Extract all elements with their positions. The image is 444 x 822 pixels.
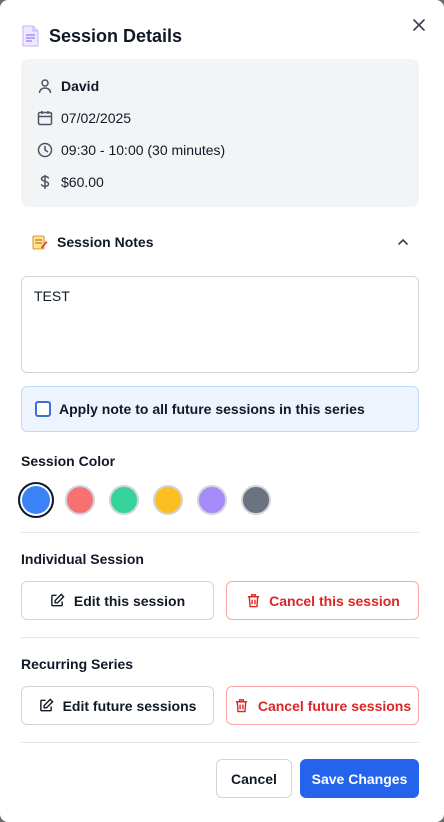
- session-details-modal: Session Details David 07/02/2025 09:30 -…: [0, 0, 444, 822]
- modal-header: Session Details: [21, 24, 182, 48]
- edit-icon: [39, 698, 55, 714]
- close-icon: [413, 19, 425, 31]
- session-notes-toggle[interactable]: Session Notes: [21, 230, 419, 254]
- session-price: $60.00: [61, 174, 104, 190]
- cancel-this-session-button[interactable]: Cancel this session: [226, 581, 419, 620]
- individual-session-label: Individual Session: [21, 551, 144, 567]
- divider: [21, 532, 419, 533]
- trash-icon: [245, 593, 261, 609]
- apply-to-future-checkbox-row[interactable]: Apply note to all future sessions in thi…: [21, 386, 419, 432]
- trash-icon: [234, 698, 250, 714]
- user-icon: [36, 77, 54, 95]
- memo-icon: [32, 234, 48, 250]
- divider: [21, 637, 419, 638]
- client-row: David: [36, 76, 99, 96]
- edit-this-session-button[interactable]: Edit this session: [21, 581, 214, 620]
- session-info-panel: David 07/02/2025 09:30 - 10:00 (30 minut…: [21, 59, 419, 207]
- close-button[interactable]: [408, 14, 430, 36]
- apply-to-future-label: Apply note to all future sessions in thi…: [59, 401, 365, 417]
- session-color-label: Session Color: [21, 453, 116, 469]
- document-icon: [21, 25, 39, 47]
- edit-future-sessions-button[interactable]: Edit future sessions: [21, 686, 214, 725]
- time-row: 09:30 - 10:00 (30 minutes): [36, 140, 225, 160]
- chevron-up-icon: [395, 234, 411, 250]
- calendar-icon: [36, 109, 54, 127]
- color-swatch-yellow[interactable]: [153, 485, 183, 515]
- session-notes-input[interactable]: TEST: [21, 276, 419, 373]
- save-changes-button[interactable]: Save Changes: [300, 759, 419, 798]
- client-name: David: [61, 78, 100, 94]
- session-date: 07/02/2025: [61, 110, 132, 126]
- edit-icon: [50, 593, 66, 609]
- cancel-future-sessions-button[interactable]: Cancel future sessions: [226, 686, 419, 725]
- apply-to-future-checkbox[interactable]: [35, 401, 51, 417]
- date-row: 07/02/2025: [36, 108, 131, 128]
- cancel-future-sessions-label: Cancel future sessions: [257, 697, 412, 714]
- price-row: $60.00: [36, 172, 104, 192]
- session-notes-label: Session Notes: [57, 234, 154, 250]
- recurring-series-label: Recurring Series: [21, 656, 134, 672]
- clock-icon: [36, 141, 54, 159]
- cancel-this-session-label: Cancel this session: [269, 592, 400, 609]
- modal-title: Session Details: [49, 25, 183, 46]
- color-swatch-red[interactable]: [65, 485, 95, 515]
- color-swatch-purple[interactable]: [197, 485, 227, 515]
- color-swatch-blue[interactable]: [18, 482, 54, 518]
- color-swatches: [18, 482, 285, 518]
- session-time: 09:30 - 10:00 (30 minutes): [61, 142, 226, 158]
- divider: [21, 742, 419, 743]
- edit-future-sessions-label: Edit future sessions: [62, 697, 197, 714]
- edit-this-session-label: Edit this session: [73, 592, 186, 609]
- color-swatch-gray[interactable]: [241, 485, 271, 515]
- color-swatch-green[interactable]: [109, 485, 139, 515]
- dollar-icon: [36, 173, 54, 191]
- cancel-button[interactable]: Cancel: [216, 759, 292, 798]
